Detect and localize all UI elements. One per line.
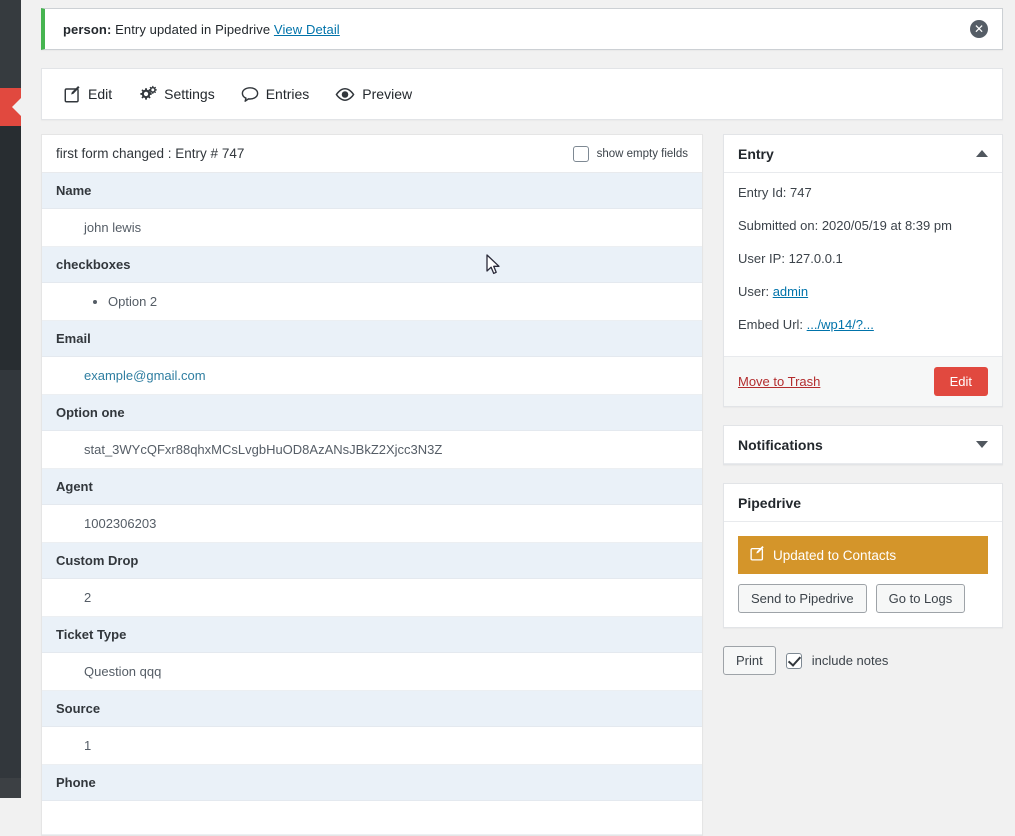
entry-fields-list: Namejohn lewischeckboxes Option 2 Email exa… [42,173,702,835]
content-columns: first form changed : Entry # 747 show em… [41,134,1015,836]
entry-meta-header: Entry [724,135,1002,173]
triangle-down-icon[interactable] [976,441,988,448]
field-value: Question qqq [42,653,702,691]
main-column: first form changed : Entry # 747 show em… [41,134,703,836]
pipedrive-header: Pipedrive [724,484,1002,522]
rail-segment-middle [0,122,21,370]
entry-meta-box: Entry Entry Id: 747 Submitted on: 2020/0… [723,134,1003,407]
send-to-pipedrive-button[interactable]: Send to Pipedrive [738,584,867,613]
show-empty-fields-label: show empty fields [596,147,688,160]
pipedrive-status-label: Updated to Contacts [773,547,897,563]
user-admin-link[interactable]: admin [773,284,808,299]
field-label: Agent [42,469,702,505]
rail-segment-footer [0,778,21,798]
edit-pencil-square-icon [64,85,81,103]
field-value-link[interactable]: example@gmail.com [84,368,206,383]
field-value: Option 2 [42,283,702,321]
field-label: Custom Drop [42,543,702,579]
close-circle-icon[interactable]: ✕ [970,20,988,38]
sidebar-column: Entry Entry Id: 747 Submitted on: 2020/0… [723,134,1003,675]
notifications-header[interactable]: Notifications [724,426,1002,464]
notifications-box: Notifications [723,425,1003,465]
field-value: 1002306203 [42,505,702,543]
entry-card-title: first form changed : Entry # 747 [56,146,245,161]
submitted-line: Submitted on: 2020/05/19 at 8:39 pm [738,218,952,233]
field-label: Ticket Type [42,617,702,653]
page-wrap: person: Entry updated in Pipedrive View … [41,0,1015,836]
toolbar-item-settings[interactable]: Settings [138,85,215,103]
toolbar-item-settings-label: Settings [164,86,215,102]
user-line: User: admin [738,284,988,299]
pipedrive-status-badge: Updated to Contacts [738,536,988,574]
field-value-list-item: Option 2 [108,294,688,309]
include-notes-checkbox[interactable] [785,652,802,669]
include-notes-label: include notes [811,653,889,668]
notice-message: person: Entry updated in Pipedrive View … [45,22,340,37]
user-prefix: User: [738,284,770,299]
field-label: Source [42,691,702,727]
embed-url-line: Embed Url: .../wp14/?... [738,317,988,332]
field-label: Phone [42,765,702,801]
edit-pencil-square-icon [750,546,765,564]
toolbar-item-edit-label: Edit [88,86,113,102]
form-toolbar: Edit Settings Entries Preview [41,68,1003,120]
embed-url-prefix: Embed Url: [738,317,804,332]
field-label: Name [42,173,702,209]
print-row: Print include notes [723,646,1003,675]
rail-segment-lower [0,370,21,778]
edit-entry-button[interactable]: Edit [933,367,988,396]
field-value: john lewis [42,209,702,247]
entry-detail-card: first form changed : Entry # 747 show em… [41,134,703,836]
eye-icon [335,87,355,102]
show-empty-fields-toggle[interactable]: show empty fields [572,145,688,162]
speech-bubble-icon [241,86,259,103]
print-button[interactable]: Print [723,646,776,675]
view-detail-link[interactable]: View Detail [274,22,340,37]
toolbar-item-entries-label: Entries [265,86,310,102]
notice-body: Entry updated in Pipedrive [115,21,271,37]
chevron-left-icon [12,97,22,117]
field-value: stat_3WYcQFxr88qhxMCsLvgbHuOD8AzANsJBkZ2… [42,431,702,469]
gears-icon [138,85,157,103]
user-ip-line: User IP: 127.0.0.1 [738,251,843,266]
show-empty-fields-checkbox[interactable] [572,145,589,162]
move-to-trash-link[interactable]: Move to Trash [738,374,820,389]
collapse-menu-flag[interactable] [0,88,22,126]
pipedrive-title: Pipedrive [738,494,802,511]
pipedrive-actions: Send to Pipedrive Go to Logs [738,584,988,613]
toolbar-item-preview[interactable]: Preview [335,86,412,102]
field-value: 1 [42,727,702,765]
notice-bar: person: Entry updated in Pipedrive View … [41,8,1003,50]
pipedrive-box: Pipedrive Updated to Contacts Send to Pi… [723,483,1003,628]
toolbar-item-preview-label: Preview [362,86,413,102]
entry-meta-title: Entry [738,145,774,162]
entry-meta-footer: Move to Trash Edit [724,356,1002,406]
entry-card-header: first form changed : Entry # 747 show em… [42,135,702,173]
field-label: Email [42,321,702,357]
entry-id-line: Entry Id: 747 [738,185,812,200]
notifications-title: Notifications [738,436,823,453]
go-to-logs-button[interactable]: Go to Logs [875,584,966,613]
toolbar-item-entries[interactable]: Entries [241,86,310,103]
pipedrive-body: Updated to Contacts Send to Pipedrive Go… [724,522,1002,627]
field-label: checkboxes [42,247,702,283]
field-value: 2 [42,579,702,617]
content-gutter [21,0,41,798]
toolbar-item-edit[interactable]: Edit [64,85,113,103]
field-value [42,801,702,835]
embed-url-link[interactable]: .../wp14/?... [807,317,874,332]
field-value: example@gmail.com [42,357,702,395]
triangle-up-icon[interactable] [976,150,988,157]
field-label: Option one [42,395,702,431]
notice-prefix: person: [63,21,112,37]
entry-meta-body: Entry Id: 747 Submitted on: 2020/05/19 a… [724,173,1002,356]
